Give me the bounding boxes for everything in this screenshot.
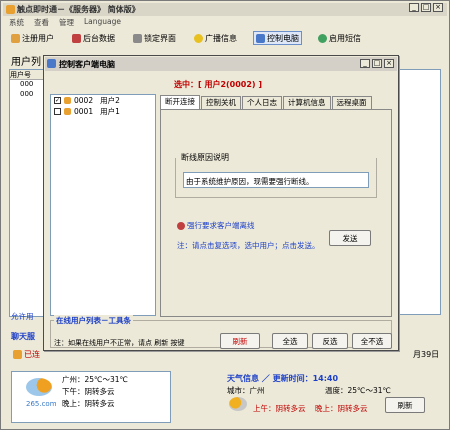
list-item[interactable]: ✓ 0002 用户2 — [51, 95, 155, 106]
user-list-label: 用户列 — [11, 57, 41, 68]
main-window: 触点即时通－《服务器》 简体版》 _ □ × 系统 查看 管理 Language… — [0, 0, 450, 430]
user-list-header: 用户号 — [10, 70, 44, 80]
window-title: 触点即时通－《服务器》 简体版》 — [17, 5, 140, 14]
cloud-icon — [26, 378, 52, 396]
toolbox-note: 注：如果在线用户不正常，请点 刷新 按键 — [54, 339, 185, 347]
weather-temp: 温度：25℃～31℃ — [325, 386, 391, 395]
user-checkbox[interactable]: ✓ — [54, 97, 61, 104]
sms-icon — [318, 33, 327, 43]
lock-ui-button[interactable]: 锁定界面 — [131, 31, 178, 45]
require-offline-option[interactable]: 强行要求客户端离线 — [177, 220, 255, 231]
register-user-button[interactable]: 注册用户 — [9, 31, 56, 45]
dialog-title: 控制客户端电脑 — [59, 59, 115, 69]
dialog-maximize-button[interactable]: □ — [372, 59, 382, 68]
select-all-button[interactable]: 全选 — [272, 333, 308, 349]
right-background-panel — [399, 69, 441, 315]
invert-selection-button[interactable]: 反选 — [312, 333, 348, 349]
maximize-button[interactable]: □ — [421, 3, 431, 12]
menu-manage[interactable]: 管理 — [59, 17, 74, 29]
control-computer-button[interactable]: 控制电脑 — [253, 31, 302, 45]
warning-icon — [177, 221, 185, 230]
date-text: 月39日 — [413, 350, 440, 359]
weather-afternoon: 上午：阴转多云 — [253, 404, 306, 413]
menu-bar: 系统 查看 管理 Language — [3, 17, 447, 29]
allow-text: 允许用 — [11, 312, 34, 321]
chat-status: 已连 — [13, 349, 40, 360]
sms-button[interactable]: 启用短信 — [316, 31, 363, 45]
window-title-bar: 触点即时通－《服务器》 简体版》 — [3, 3, 447, 16]
dialog-minimize-button[interactable]: _ — [360, 59, 370, 68]
note-text: 注：请点击复选项，选中用户；点击发送。 — [177, 241, 320, 250]
list-item[interactable]: 0001 用户1 — [51, 106, 155, 117]
weather-header: 天气信息 ／ 更新时间：14:40 — [227, 374, 339, 383]
user-icon — [64, 97, 71, 104]
tab-computer-info[interactable]: 计算机信息 — [283, 96, 331, 109]
control-client-dialog: 控制客户端电脑 _ □ × 选中：[ 用户2(0002) ] ✓ 0002 用户… — [43, 55, 399, 351]
menu-view[interactable]: 查看 — [34, 17, 49, 29]
deselect-all-button[interactable]: 全不选 — [352, 333, 392, 349]
dialog-close-button[interactable]: × — [384, 59, 394, 68]
weather-line1: 广州：25℃～31℃ — [62, 375, 128, 384]
tab-personal-log[interactable]: 个人日志 — [242, 96, 282, 109]
broadcast-icon — [194, 33, 203, 43]
weather-evening: 晚上：阴转多云 — [315, 404, 368, 413]
user-checkbox[interactable] — [54, 108, 61, 115]
chat-service-label: 聊天服 — [11, 332, 35, 341]
list-item[interactable]: 000 — [10, 80, 44, 90]
connected-icon — [13, 350, 22, 359]
selected-user-text: 选中：[ 用户2(0002) ] — [174, 80, 263, 89]
weather-logo: 265.com — [26, 400, 57, 408]
toolbox-title: 在线用户列表－工具条 — [54, 315, 133, 326]
toolbar: 注册用户 后台数据 锁定界面 广播信息 控制电脑 启用短信 — [3, 30, 447, 46]
online-user-list: ✓ 0002 用户2 0001 用户1 — [50, 94, 156, 316]
tab-content: 断线原因说明 由于系统维护原因，现需要强行断线。 强行要求客户端离线 注：请点击… — [160, 109, 392, 317]
menu-language[interactable]: Language — [84, 17, 121, 29]
weather-line3: 晚上：阴转多云 — [62, 399, 115, 408]
dialog-app-icon — [47, 59, 56, 68]
broadcast-button[interactable]: 广播信息 — [192, 31, 239, 45]
close-button[interactable]: × — [433, 3, 443, 12]
list-item[interactable]: 000 — [10, 90, 44, 100]
database-button[interactable]: 后台数据 — [70, 31, 117, 45]
weather-line2: 下午：阴转多云 — [62, 387, 115, 396]
menu-system[interactable]: 系统 — [9, 17, 24, 29]
weather-refresh-button[interactable]: 刷新 — [385, 397, 425, 413]
weather-city: 城市：广州 — [227, 386, 265, 395]
weather-mini-panel: 265.com 广州：25℃～31℃ 下午：阴转多云 晚上：阴转多云 — [11, 371, 171, 423]
tab-disconnect[interactable]: 断开连接 — [160, 95, 200, 109]
lock-icon — [133, 33, 142, 43]
tab-remote-desktop[interactable]: 远程桌面 — [331, 96, 372, 109]
database-icon — [72, 33, 81, 43]
dialog-tabs: 断开连接 控制关机 个人日志 计算机信息 远程桌面 — [160, 95, 373, 109]
send-button[interactable]: 发送 — [329, 230, 371, 246]
dialog-title-bar: 控制客户端电脑 — [45, 57, 397, 71]
refresh-button[interactable]: 刷新 — [220, 333, 260, 349]
weather-sun-icon — [229, 397, 247, 411]
user-icon — [64, 108, 71, 115]
app-icon — [6, 5, 15, 14]
register-user-icon — [11, 33, 20, 43]
computer-icon — [256, 33, 265, 43]
tab-shutdown[interactable]: 控制关机 — [201, 96, 241, 109]
reason-input[interactable]: 由于系统维护原因，现需要强行断线。 — [183, 172, 369, 188]
minimize-button[interactable]: _ — [409, 3, 419, 12]
user-list-panel: 用户号 000 000 — [9, 69, 45, 317]
